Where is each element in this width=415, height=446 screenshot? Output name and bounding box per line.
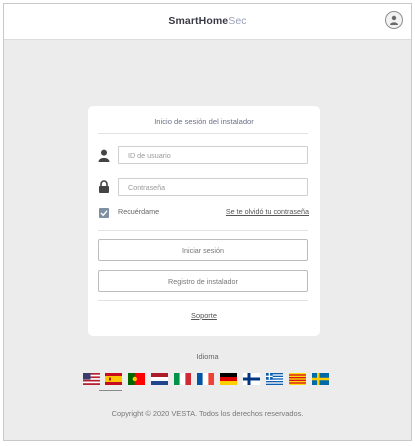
copyright-text: Copyright © 2020 VESTA. Todos los derech… [111, 409, 304, 418]
brand-text-sec: Sec [228, 15, 247, 27]
user-id-input[interactable]: ID de usuario [118, 146, 308, 164]
login-title: Inicio de sesión del instalador [154, 117, 254, 126]
flag-us-icon[interactable] [83, 373, 100, 385]
login-button[interactable]: Iniciar sesión [98, 239, 308, 261]
divider [98, 230, 308, 231]
brand-text-home: Home [198, 15, 229, 27]
remember-checkbox[interactable] [99, 208, 109, 218]
forgot-password-link[interactable]: Se te olvidó tu contraseña [226, 207, 309, 216]
flag-se-icon[interactable] [312, 373, 329, 385]
login-card: Inicio de sesión del instalador ID de us… [88, 106, 320, 336]
register-installer-button[interactable]: Registro de instalador [98, 270, 308, 292]
flag-fi-icon[interactable] [243, 373, 260, 385]
brand-logo: SmartHomeSec [4, 15, 411, 27]
flag-nl-icon[interactable] [151, 373, 168, 385]
remember-label: Recuérdame [118, 207, 160, 216]
lock-icon [99, 180, 109, 193]
user-icon [390, 15, 398, 25]
flag-de-icon[interactable] [220, 373, 237, 385]
language-flags [78, 373, 333, 387]
brand-text-smart: Smart [168, 15, 199, 27]
support-link[interactable]: Soporte [88, 311, 320, 320]
flag-es-icon[interactable] [105, 373, 122, 385]
flag-pt-icon[interactable] [128, 373, 145, 385]
flag-gr-icon[interactable] [266, 373, 283, 385]
top-bar: SmartHomeSec [4, 4, 411, 40]
divider [98, 133, 308, 134]
flag-ca-icon[interactable] [289, 373, 306, 385]
user-icon [98, 149, 110, 162]
language-label: Idioma [196, 352, 219, 361]
user-id-placeholder: ID de usuario [128, 151, 171, 160]
flag-fr-icon[interactable] [197, 373, 214, 385]
password-placeholder: Contraseña [128, 183, 166, 192]
flag-it-icon[interactable] [174, 373, 191, 385]
divider [98, 300, 308, 301]
checkmark-icon [100, 210, 108, 217]
selected-language-indicator [99, 390, 122, 391]
user-account-button[interactable] [385, 11, 403, 29]
password-input[interactable]: Contraseña [118, 178, 308, 196]
